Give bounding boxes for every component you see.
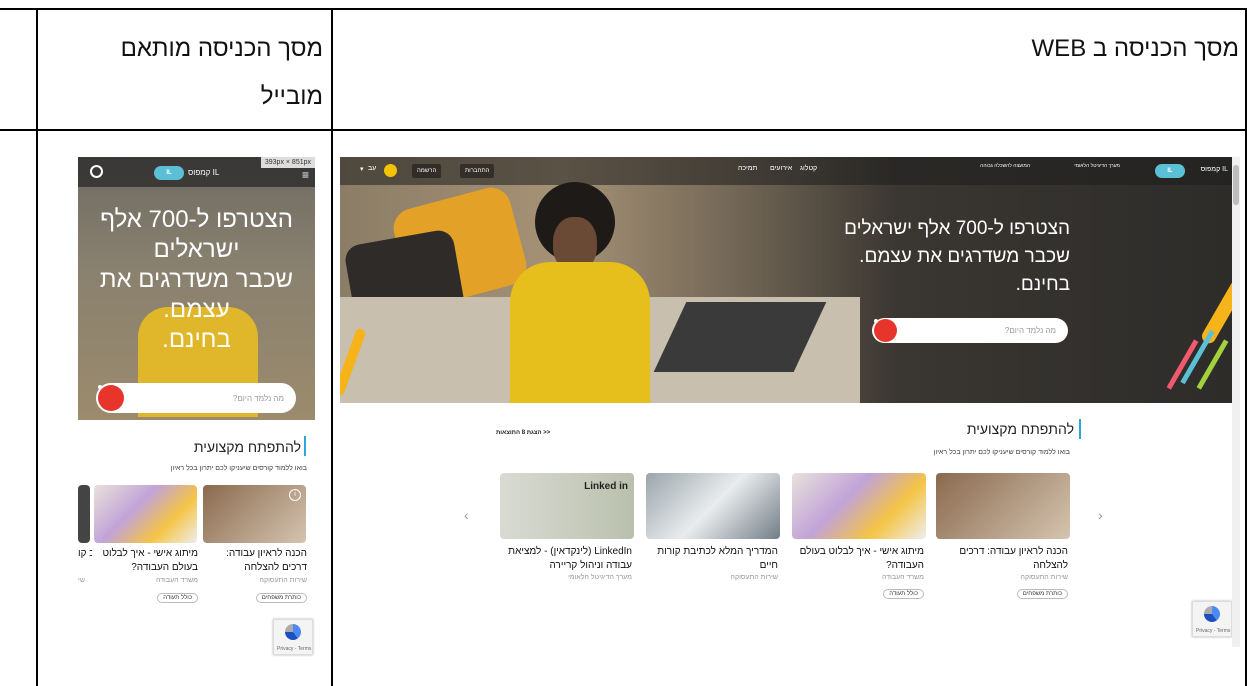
table-header-divider [0, 129, 1247, 131]
search-icon[interactable] [90, 165, 103, 178]
recaptcha-badge[interactable]: Privacy - Terms [273, 619, 313, 655]
card-org: שירות התעסוקה [1020, 574, 1068, 581]
course-card[interactable]: הכנה לראיון עבודה: דרכים להצלחה שירות הת… [936, 473, 1072, 613]
card-image [792, 473, 926, 539]
mobile-hero-line-5: בחינם. [162, 326, 231, 353]
header-web: מסך הכניסה ב WEB [1031, 35, 1239, 62]
gov-digital-logo[interactable]: מערך הדיגיטל הלאומי [1060, 163, 1120, 169]
card-image [936, 473, 1070, 539]
mobile-hero-line-3: שכבר משדרגים את [99, 266, 294, 293]
section-title: להתפתח מקצועית [966, 421, 1074, 437]
carousel-right-arrow[interactable]: › [1098, 507, 1103, 523]
scrollbar-thumb[interactable] [1233, 165, 1239, 205]
mobile-hero-line-4: עצמם. [163, 296, 230, 323]
card-tag: כותרת משפחים [255, 593, 307, 603]
info-icon[interactable]: i [289, 489, 301, 501]
table-column-divider [331, 8, 333, 686]
section-subtitle: בואו ללמוד קורסים שיעניקו לכם יתרון בכל … [170, 465, 307, 472]
page-scrollbar[interactable] [1232, 157, 1240, 647]
card-tag: כותרת משפחים [1016, 589, 1068, 599]
linkedin-logo: Linked in [584, 481, 628, 492]
recaptcha-icon [1204, 606, 1220, 622]
card-title: מיתוג אישי - איך לבלוט בעולם העבודה? [102, 548, 198, 573]
mobile-screenshot: IL קמפוס IL ≡ 393px × 851px הצטרפו ל-700… [78, 157, 315, 657]
card-org: מערך הדיגיטל הלאומי [567, 574, 632, 581]
card-tag: כולל תעודה [883, 589, 924, 599]
campus-logo-text: קמפוס IL [1200, 166, 1228, 173]
recaptcha-badge[interactable]: Privacy - Terms [1192, 601, 1232, 637]
mobile-hero-headline: הצטרפו ל-700 אלף ישראלים שכבר משדרגים את… [78, 205, 315, 355]
search-icon[interactable] [874, 319, 897, 342]
card-title: מיתוג אישי - איך לבלוט בעולם העבודה? [799, 546, 924, 571]
nav-support[interactable]: תמיכה [738, 165, 757, 172]
hero-headline: הצטרפו ל-700 אלף ישראלים שכבר משדרגים את… [810, 215, 1070, 299]
che-logo[interactable]: המועצה להשכלה גבוהה [970, 163, 1030, 169]
card-image: Linked in [500, 473, 634, 539]
recaptcha-text: Privacy - Terms [277, 646, 312, 652]
search-placeholder: מה נלמד היום? [232, 394, 284, 403]
card-title: הכנה לראיון עבודה: דרכים להצלחה [959, 546, 1068, 571]
card-image [94, 485, 197, 543]
nav-events[interactable]: אירועים [770, 165, 792, 172]
search-icon[interactable] [98, 385, 124, 411]
globe-icon[interactable] [384, 164, 397, 177]
desktop-screenshot: IL קמפוס IL מערך הדיגיטל הלאומי המועצה ל… [340, 157, 1240, 647]
card-image: i [203, 485, 306, 543]
mobile-hero: IL קמפוס IL ≡ 393px × 851px הצטרפו ל-700… [78, 157, 315, 420]
person-illustration [495, 182, 655, 403]
card-title: המדריך המלא לכתיבת קורות חיים [657, 546, 778, 571]
card-org: משרד העבודה [155, 577, 198, 584]
chevron-down-icon[interactable]: ▾ [360, 165, 364, 173]
mobile-hero-line-2: ישראלים [153, 236, 240, 263]
campus-logo-text: קמפוס IL [188, 168, 220, 177]
card-org: שירות התעסוקה [259, 577, 307, 584]
search-placeholder: מה נלמד היום? [1004, 326, 1056, 335]
card-org: שירות התעסוקה [730, 574, 778, 581]
header-mobile-line1: מסך הכניסה מותאם [120, 35, 323, 62]
carousel-left-arrow[interactable]: ‹ [464, 507, 469, 523]
card-image [646, 473, 780, 539]
viewport-dimensions: 393px × 851px [260, 157, 315, 168]
card-tag: כולל תעודה [157, 593, 198, 603]
recaptcha-text: Privacy - Terms [1196, 628, 1231, 634]
card-title: LinkedIn (לינקדאין) - למציאת עבודה וניהו… [508, 546, 632, 571]
desktop-search-input[interactable]: מה נלמד היום? [872, 318, 1068, 343]
card-title: הכנה לראיון עבודה: דרכים להצלחה [226, 548, 307, 573]
decor-stripes [1160, 217, 1240, 397]
mobile-search-input[interactable]: מה נלמד היום? [96, 383, 296, 413]
hero-line-3: בחינם. [1015, 274, 1070, 295]
hero-line-2: שכבר משדרגים את עצמם. [859, 246, 1070, 267]
section-subtitle: בואו ללמוד קורסים שיעניקו לכם יתרון בכל … [933, 449, 1070, 456]
card-org: שי [78, 577, 85, 584]
desktop-hero: IL קמפוס IL מערך הדיגיטל הלאומי המועצה ל… [340, 157, 1240, 403]
section-accent-bar [1079, 419, 1081, 439]
campus-logo[interactable]: IL [154, 166, 184, 180]
card-image [78, 485, 90, 543]
mobile-hero-line-1: הצטרפו ל-700 אלף [100, 206, 293, 233]
course-card[interactable]: הכ קו שי [78, 485, 92, 615]
card-org: משרד העבודה [881, 574, 924, 581]
course-card[interactable]: Linked in LinkedIn (לינקדאין) - למציאת ע… [500, 473, 636, 613]
hero-line-1: הצטרפו ל-700 אלף ישראלים [844, 218, 1070, 239]
recaptcha-icon [285, 624, 301, 640]
show-all-link[interactable]: הצגת 8 התוצאות >> [496, 430, 550, 436]
desktop-nav: IL קמפוס IL מערך הדיגיטל הלאומי המועצה ל… [340, 157, 1240, 185]
course-card[interactable]: i הכנה לראיון עבודה: דרכים להצלחה שירות … [203, 485, 311, 615]
course-card[interactable]: מיתוג אישי - איך לבלוט בעולם העבודה? משר… [94, 485, 200, 615]
language-select[interactable]: עב [368, 165, 376, 172]
login-button[interactable]: התחברות [460, 164, 495, 178]
register-button[interactable]: הרשמה [412, 164, 442, 178]
card-title: הכ קו [78, 548, 92, 559]
section-title: להתפתח מקצועית [193, 439, 301, 455]
nav-catalog[interactable]: קטלוג [800, 165, 817, 172]
header-mobile-line2: מובייל [260, 83, 323, 110]
table-left-border [36, 8, 38, 686]
course-card[interactable]: מיתוג אישי - איך לבלוט בעולם העבודה? משר… [792, 473, 928, 613]
table-top-border [0, 8, 1247, 10]
hamburger-menu-icon[interactable]: ≡ [302, 168, 309, 182]
campus-logo[interactable]: IL [1155, 164, 1185, 178]
course-card[interactable]: המדריך המלא לכתיבת קורות חיים שירות התעס… [646, 473, 782, 613]
section-accent-bar [304, 436, 306, 456]
